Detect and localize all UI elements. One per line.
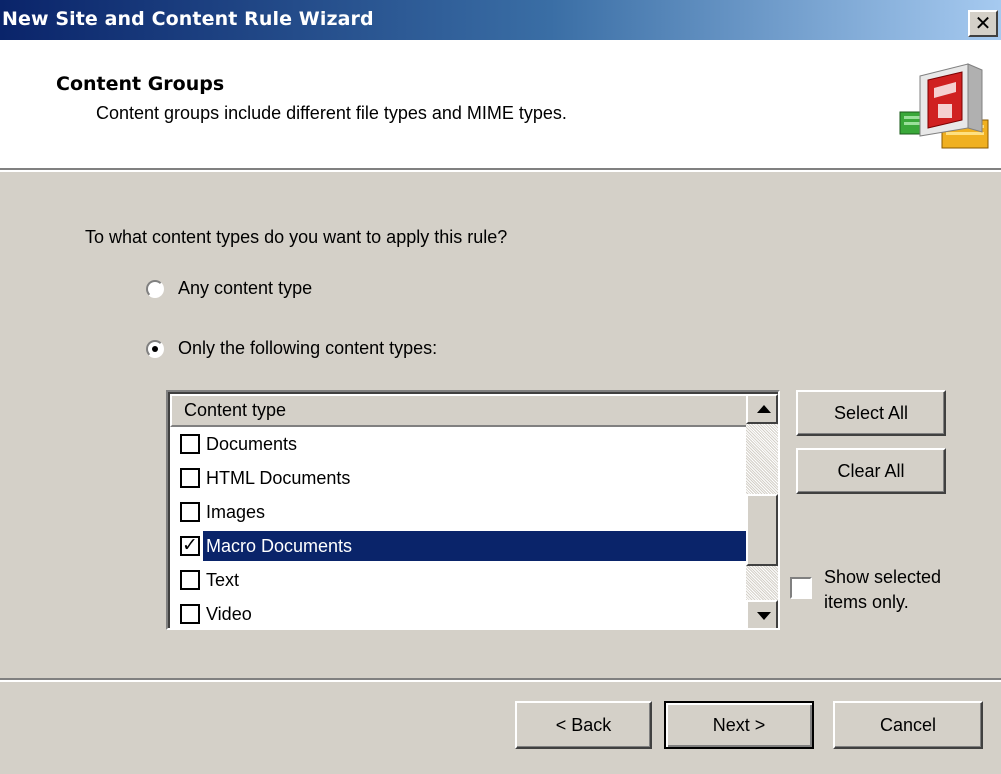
- list-rows: Documents HTML Documents Images Macro Do…: [170, 427, 748, 628]
- item-label: Documents: [206, 434, 298, 454]
- back-button[interactable]: < Back: [515, 701, 652, 749]
- window-title: New Site and Content Rule Wizard: [2, 8, 374, 30]
- radio-button-selected[interactable]: [146, 339, 164, 358]
- item-checkbox-checked[interactable]: [180, 535, 200, 556]
- radio-any-content[interactable]: Any content type: [146, 278, 312, 299]
- arrow-up-icon: [757, 405, 771, 413]
- item-label: HTML Documents: [206, 468, 351, 488]
- radio-button[interactable]: [146, 279, 164, 298]
- show-selected-label: Show selected items only.: [824, 567, 942, 612]
- item-checkbox[interactable]: [180, 570, 200, 590]
- list-item-images[interactable]: Images: [170, 495, 748, 529]
- show-selected-option[interactable]: Show selected items only.: [790, 565, 974, 615]
- item-label: Text: [206, 570, 240, 590]
- cancel-button[interactable]: Cancel: [833, 701, 983, 749]
- list-item-text[interactable]: Text: [170, 563, 748, 597]
- item-checkbox[interactable]: [180, 468, 200, 488]
- radio-only-label: Only the following content types:: [178, 338, 438, 358]
- next-button[interactable]: Next >: [664, 701, 814, 749]
- radio-any-label: Any content type: [178, 278, 313, 298]
- radio-only-following[interactable]: Only the following content types:: [146, 338, 437, 359]
- title-bar[interactable]: New Site and Content Rule Wizard ✕: [0, 0, 1001, 40]
- wizard-window: New Site and Content Rule Wizard ✕ Conte…: [0, 0, 1001, 774]
- list-scrollbar[interactable]: [746, 394, 778, 628]
- content-groups-icon: [899, 63, 989, 149]
- list-item-video[interactable]: Video: [170, 597, 748, 628]
- close-icon: ✕: [974, 11, 992, 35]
- clear-all-button[interactable]: Clear All: [796, 448, 946, 494]
- item-checkbox[interactable]: [180, 434, 200, 454]
- list-item-html-documents[interactable]: HTML Documents: [170, 461, 748, 495]
- content-type-list[interactable]: Content type Documents HTML Documents Im…: [166, 390, 780, 630]
- wizard-header: Content Groups Content groups include di…: [0, 40, 1001, 172]
- item-label: Images: [206, 502, 266, 522]
- arrow-down-icon: [757, 612, 771, 620]
- column-header-content-type[interactable]: Content type: [170, 394, 748, 427]
- footer-separator: [0, 678, 1001, 682]
- item-checkbox[interactable]: [180, 502, 200, 522]
- close-button[interactable]: ✕: [968, 10, 998, 37]
- list-item-macro-documents[interactable]: Macro Documents: [170, 529, 748, 563]
- show-selected-checkbox[interactable]: [790, 577, 812, 599]
- list-item-documents[interactable]: Documents: [170, 427, 748, 461]
- item-checkbox[interactable]: [180, 604, 200, 624]
- page-subtitle: Content groups include different file ty…: [96, 103, 567, 123]
- item-label: Macro Documents: [203, 531, 748, 561]
- scroll-up-button[interactable]: [746, 394, 778, 424]
- scroll-down-button[interactable]: [746, 600, 778, 628]
- item-label: Video: [206, 604, 252, 624]
- page-title: Content Groups: [56, 73, 225, 95]
- question-label: To what content types do you want to app…: [85, 227, 508, 247]
- scroll-thumb[interactable]: [746, 494, 778, 566]
- select-all-button[interactable]: Select All: [796, 390, 946, 436]
